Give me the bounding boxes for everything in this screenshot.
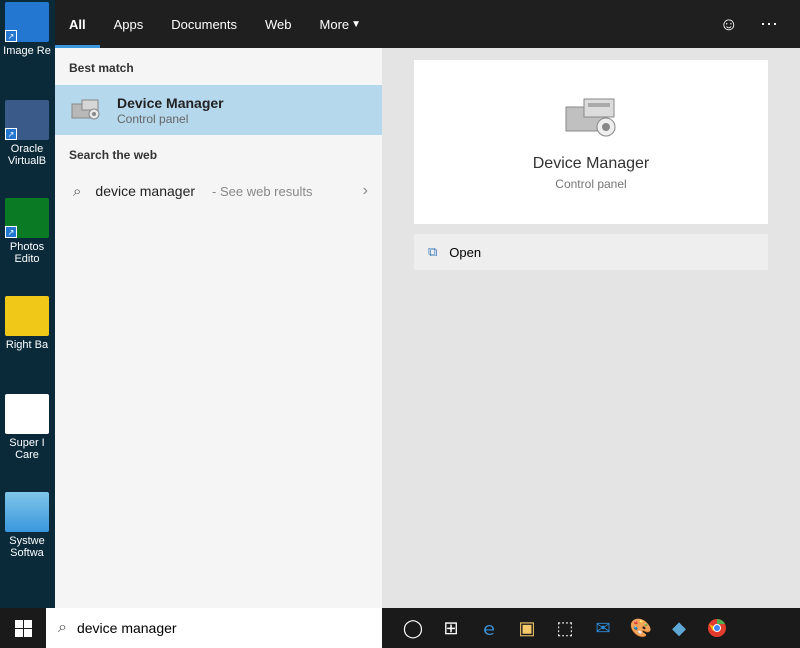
cortana-icon[interactable]: ◯ <box>396 608 430 648</box>
results-panel: Best match Device Manager Control panel … <box>55 48 382 608</box>
open-label: Open <box>449 245 481 260</box>
tab-more[interactable]: More▼ <box>306 0 376 48</box>
desktop-icon-systwe[interactable]: Systwe Softwa <box>0 492 54 559</box>
desktop-icon-photos[interactable]: ↗Photos Edito <box>0 198 54 265</box>
search-input[interactable] <box>77 620 370 636</box>
store-icon[interactable]: ⬚ <box>548 608 582 648</box>
tab-all[interactable]: All <box>55 0 100 48</box>
start-button[interactable] <box>0 608 46 648</box>
desktop-icon-super[interactable]: Super I Care <box>0 394 54 461</box>
feedback-icon[interactable]: ☺ <box>720 14 738 35</box>
web-result[interactable]: ⌕ device manager - See web results › <box>55 172 382 210</box>
result-subtitle: Control panel <box>117 112 224 126</box>
task-view-icon[interactable]: ⊞ <box>434 608 468 648</box>
preview-panel: Device Manager Control panel ⧉ Open <box>382 48 800 608</box>
device-manager-icon <box>69 93 103 127</box>
taskbar-search[interactable]: ⌕ <box>46 608 382 648</box>
best-match-label: Best match <box>55 48 382 85</box>
result-title: Device Manager <box>117 95 224 111</box>
search-icon: ⌕ <box>73 183 81 200</box>
file-explorer-icon[interactable]: ▣ <box>510 608 544 648</box>
web-query: device manager <box>95 183 195 199</box>
search-web-label: Search the web <box>55 135 382 172</box>
desktop-icon-rightba[interactable]: Right Ba <box>0 296 54 351</box>
tab-apps[interactable]: Apps <box>100 0 158 48</box>
ellipsis-icon[interactable]: ⋯ <box>760 14 778 35</box>
chevron-down-icon: ▼ <box>351 19 361 30</box>
tab-web[interactable]: Web <box>251 0 306 48</box>
device-manager-icon <box>562 93 620 141</box>
desktop-icon-oracle[interactable]: ↗Oracle VirtualB <box>0 100 54 167</box>
desktop-icon-image[interactable]: ↗Image Re <box>0 2 54 57</box>
tab-documents[interactable]: Documents <box>157 0 251 48</box>
open-action[interactable]: ⧉ Open <box>414 234 768 270</box>
preview-hero: Device Manager Control panel <box>414 60 768 224</box>
chevron-right-icon: › <box>363 182 368 200</box>
search-icon: ⌕ <box>58 619 67 637</box>
preview-subtitle: Control panel <box>555 177 626 191</box>
search-header: All Apps Documents Web More▼ ☺ ⋯ <box>55 0 800 48</box>
chrome-icon[interactable] <box>700 608 734 648</box>
edge-icon[interactable]: ｅ <box>472 608 506 648</box>
web-hint: - See web results <box>212 184 312 199</box>
result-device-manager[interactable]: Device Manager Control panel <box>55 85 382 135</box>
windows-icon <box>15 620 32 637</box>
paint-icon[interactable]: 🎨 <box>624 608 658 648</box>
taskbar: ⌕ ◯ ⊞ ｅ ▣ ⬚ ✉ 🎨 ◆ <box>0 608 800 648</box>
open-icon: ⧉ <box>428 244 437 260</box>
app-icon[interactable]: ◆ <box>662 608 696 648</box>
mail-icon[interactable]: ✉ <box>586 608 620 648</box>
preview-title: Device Manager <box>533 155 650 173</box>
